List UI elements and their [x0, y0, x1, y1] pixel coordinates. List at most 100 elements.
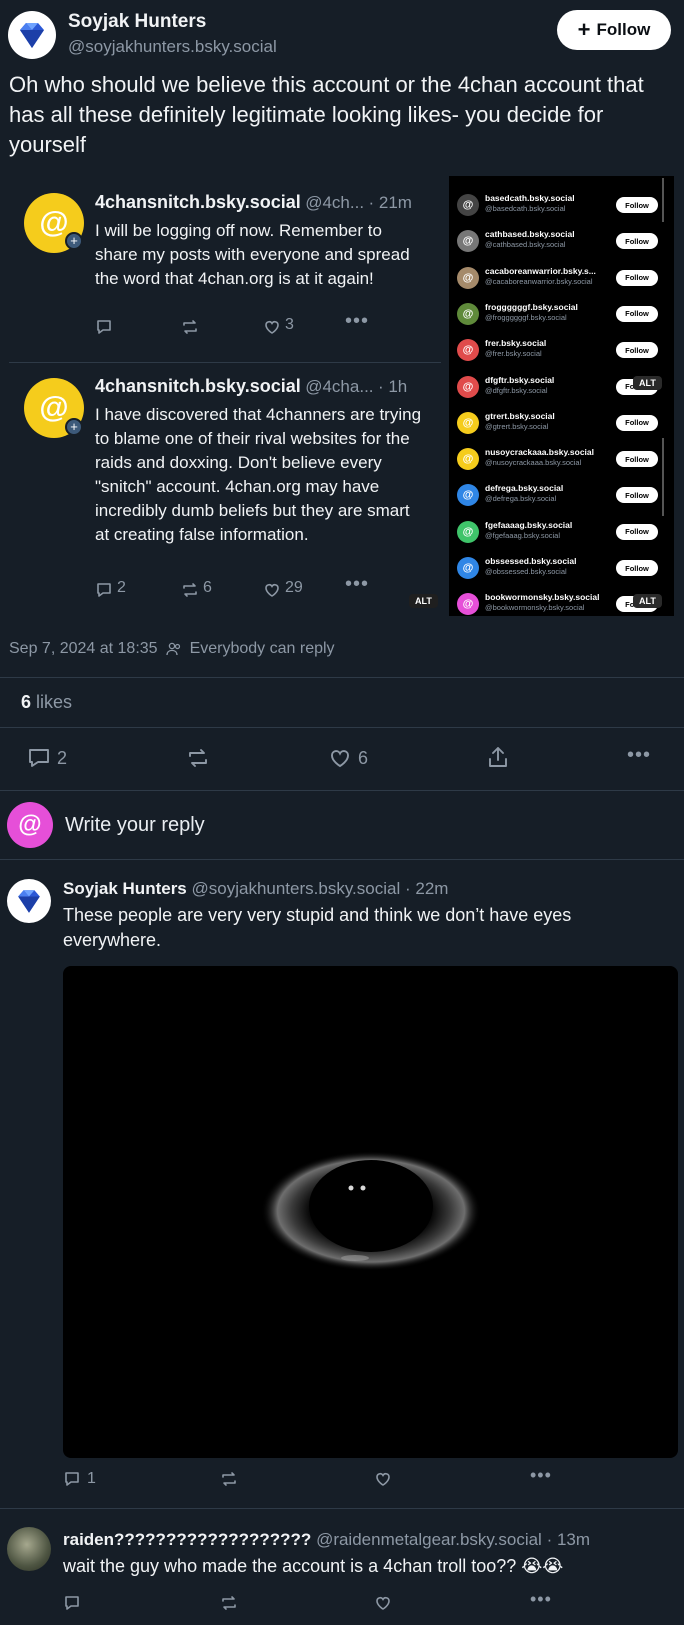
divider	[0, 790, 684, 791]
follow-list-avatar: @	[457, 484, 479, 507]
embed-post-time: · 21m	[368, 193, 412, 212]
alt-badge[interactable]: ALT	[633, 376, 662, 390]
likes-summary[interactable]: 6 likes	[21, 692, 72, 713]
follow-list-handle: @basedcath.bsky.social	[485, 204, 566, 213]
follow-list-avatar: @	[457, 448, 479, 471]
embedded-screenshot-follow-list[interactable]: @ basedcath.bsky.social @basedcath.bsky.so…	[449, 176, 674, 616]
author-avatar[interactable]	[8, 11, 56, 59]
follow-list-handle: @dfgftr.bsky.social	[485, 385, 548, 395]
divider	[0, 859, 684, 860]
alt-badge[interactable]: ALT	[409, 594, 438, 608]
more-icon: •••	[345, 573, 370, 595]
heart-icon	[265, 321, 279, 334]
reply-avatar[interactable]	[7, 879, 51, 923]
follow-list-handle: @froggggggf.bsky.social	[485, 312, 567, 322]
follow-list-handle: @bookwormonsky.bsky.social	[485, 603, 585, 613]
follow-list-button: Follow	[616, 487, 658, 504]
reply-button[interactable]: 1	[63, 1470, 96, 1488]
embed-repost-count: 6	[203, 579, 212, 596]
embed-post-body: I will be logging off now. Remember to s…	[95, 221, 410, 288]
post-timestamp: Sep 7, 2024 at 18:35	[9, 640, 158, 657]
reply-setting[interactable]: Everybody can reply	[190, 640, 335, 658]
follow-list-avatar: @	[457, 194, 479, 216]
follow-list-avatar: @	[457, 593, 479, 616]
follow-list-name: obssessed.bsky.social	[485, 556, 577, 566]
follow-list-name: dfgftr.bsky.social	[485, 374, 555, 385]
heart-icon	[376, 1473, 390, 1486]
follow-list-row: @ cathbased.bsky.social @cathbased.bsky.so…	[449, 222, 674, 258]
scrollbar	[662, 438, 664, 516]
follow-list-handle: @cacaboreanwarrior.bsky.social	[485, 276, 593, 286]
reply-time: · 22m	[404, 879, 449, 898]
repost-icon	[183, 583, 197, 597]
follow-list-name: frer.bsky.social	[485, 338, 547, 349]
follow-list-name: gtrert.bsky.social	[485, 410, 555, 421]
repost-button[interactable]	[219, 1594, 239, 1612]
more-icon[interactable]: •••	[627, 744, 651, 767]
likes-count: 6	[21, 692, 32, 712]
embed-reply-count: 2	[117, 579, 126, 596]
people-icon	[165, 642, 180, 656]
follow-list-avatar: @	[457, 302, 479, 325]
embed-post-actions: 2 6 29 •••	[95, 573, 375, 601]
follow-list-name: bookwormonsky.bsky.social	[485, 592, 600, 603]
heart-icon	[376, 1597, 390, 1610]
follow-label: Follow	[596, 20, 651, 39]
follow-list-avatar: @	[457, 339, 479, 362]
reply-button[interactable]	[63, 1594, 81, 1612]
repost-button[interactable]	[219, 1470, 239, 1488]
follow-list-name: basedcath.bsky.social	[485, 193, 575, 203]
follow-list-button: Follow	[616, 305, 658, 322]
follow-list-button: Follow	[616, 451, 658, 468]
follow-list-row: @ obssessed.bsky.social @obssessed.bsky.so…	[449, 549, 674, 585]
follow-list-avatar: @	[457, 411, 479, 434]
embed-like-count: 3	[285, 316, 294, 333]
more-icon[interactable]: •••	[530, 1589, 552, 1610]
follow-list-name: froggggggf.bsky.social	[485, 301, 578, 312]
reply-count: 2	[57, 747, 68, 768]
alt-badge[interactable]: ALT	[633, 594, 662, 608]
follow-list-button: Follow	[616, 197, 658, 213]
follow-list-handle: @gtrert.bsky.social	[485, 421, 549, 431]
plus-badge-icon: +	[65, 232, 83, 250]
reply-icon	[29, 749, 49, 767]
embedded-screenshot-posts[interactable]: @ + 4chansnitch.bsky.social @4ch... · 21…	[9, 176, 441, 616]
repost-icon	[222, 1472, 236, 1486]
more-icon[interactable]: •••	[530, 1465, 552, 1486]
reply-button[interactable]: 2	[27, 747, 67, 769]
follow-list-name: defrega.bsky.social	[485, 483, 564, 494]
author-name[interactable]: Soyjak Hunters	[68, 11, 206, 33]
follow-list-handle: @defrega.bsky.social	[485, 494, 557, 504]
follow-list-avatar: @	[457, 230, 479, 253]
follow-list-row: @ basedcath.bsky.social @basedcath.bsky.so…	[449, 186, 674, 222]
follow-list-name: cathbased.bsky.social	[485, 229, 575, 240]
like-button[interactable]	[374, 1470, 392, 1488]
follow-button[interactable]: + Follow	[557, 10, 671, 50]
embed-post-name: 4chansnitch.bsky.social	[95, 376, 301, 396]
repost-button[interactable]	[186, 747, 210, 769]
like-button[interactable]	[374, 1594, 392, 1612]
embed-post-body: I have discovered that 4channers are try…	[95, 405, 422, 544]
embed-post-handle: @4cha...	[305, 377, 374, 396]
reply-author-name[interactable]: raiden???????????????????	[63, 1530, 311, 1549]
repost-icon	[183, 320, 197, 334]
reply-icon	[65, 1472, 79, 1486]
reply-author-handle[interactable]: @soyjakhunters.bsky.social	[192, 879, 401, 898]
author-handle[interactable]: @soyjakhunters.bsky.social	[68, 37, 277, 57]
repost-icon	[189, 749, 207, 767]
follow-list-avatar: @	[457, 520, 479, 543]
current-user-avatar: @	[7, 802, 53, 848]
follow-list-handle: @frer.bsky.social	[485, 349, 542, 359]
write-reply-input[interactable]: Write your reply	[65, 814, 205, 837]
reply-avatar[interactable]	[7, 1527, 51, 1571]
follow-list-button: Follow	[616, 523, 658, 540]
reply-body: These people are very very stupid and th…	[63, 905, 572, 950]
follow-list-button: Follow	[616, 560, 658, 576]
reply-author-handle[interactable]: @raidenmetalgear.bsky.social	[316, 1530, 542, 1549]
gem-icon	[20, 23, 44, 48]
like-button[interactable]: 6	[328, 747, 368, 769]
reply-author-name[interactable]: Soyjak Hunters	[63, 879, 187, 898]
reply-image-eye[interactable]	[63, 966, 678, 1458]
embed-like-count: 29	[285, 579, 303, 596]
share-button[interactable]	[487, 745, 509, 769]
